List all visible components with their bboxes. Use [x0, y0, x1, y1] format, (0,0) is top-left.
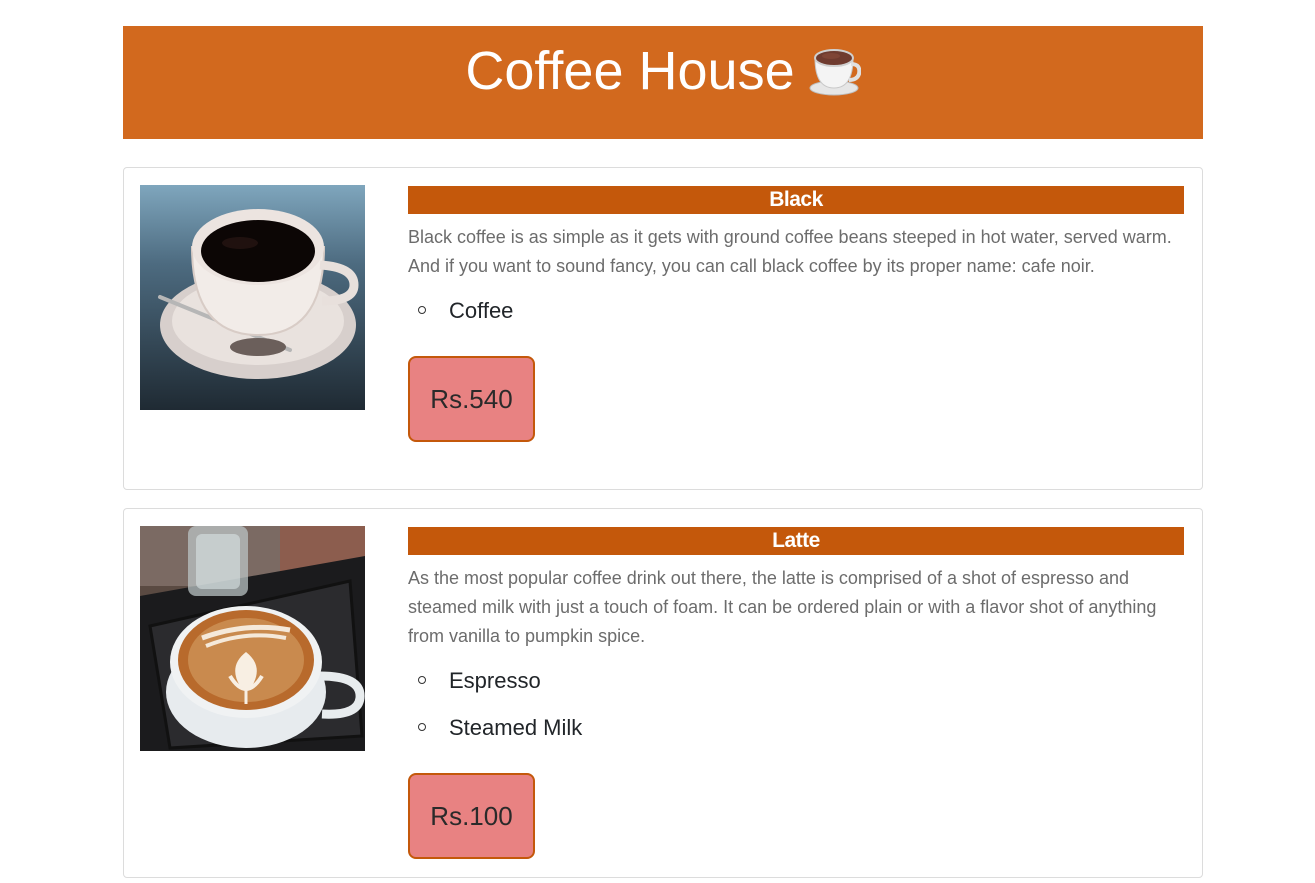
menu-card-latte: Latte As the most popular coffee drink o… [123, 508, 1203, 878]
menu-card-body: Latte As the most popular coffee drink o… [408, 527, 1184, 859]
page-header: Coffee House [123, 26, 1203, 139]
menu-card-body: Black Black coffee is as simple as it ge… [408, 186, 1184, 442]
item-description: Black coffee is as simple as it gets wit… [408, 227, 1172, 276]
black-coffee-photo [140, 185, 365, 410]
bullet-icon [418, 676, 426, 684]
bullet-icon [418, 306, 426, 314]
item-title: Latte [408, 527, 1184, 555]
price-button[interactable]: Rs.540 [408, 356, 535, 442]
list-item: Coffee [408, 287, 1184, 334]
bullet-icon [418, 723, 426, 731]
coffee-cup-icon [809, 49, 861, 96]
header-title-group: Coffee House [465, 40, 861, 102]
ingredient-label: Espresso [449, 668, 541, 693]
page-title: Coffee House [465, 41, 795, 101]
price-button[interactable]: Rs.100 [408, 773, 535, 859]
ingredient-list: Coffee [408, 287, 1184, 334]
item-description: As the most popular coffee drink out the… [408, 568, 1157, 646]
latte-photo [140, 526, 365, 751]
menu-card-black: Black Black coffee is as simple as it ge… [123, 167, 1203, 490]
ingredient-list: Espresso Steamed Milk [408, 657, 1184, 751]
ingredient-label: Steamed Milk [449, 715, 583, 740]
list-item: Steamed Milk [408, 704, 1184, 751]
list-item: Espresso [408, 657, 1184, 704]
ingredient-label: Coffee [449, 298, 514, 323]
item-title: Black [408, 186, 1184, 214]
